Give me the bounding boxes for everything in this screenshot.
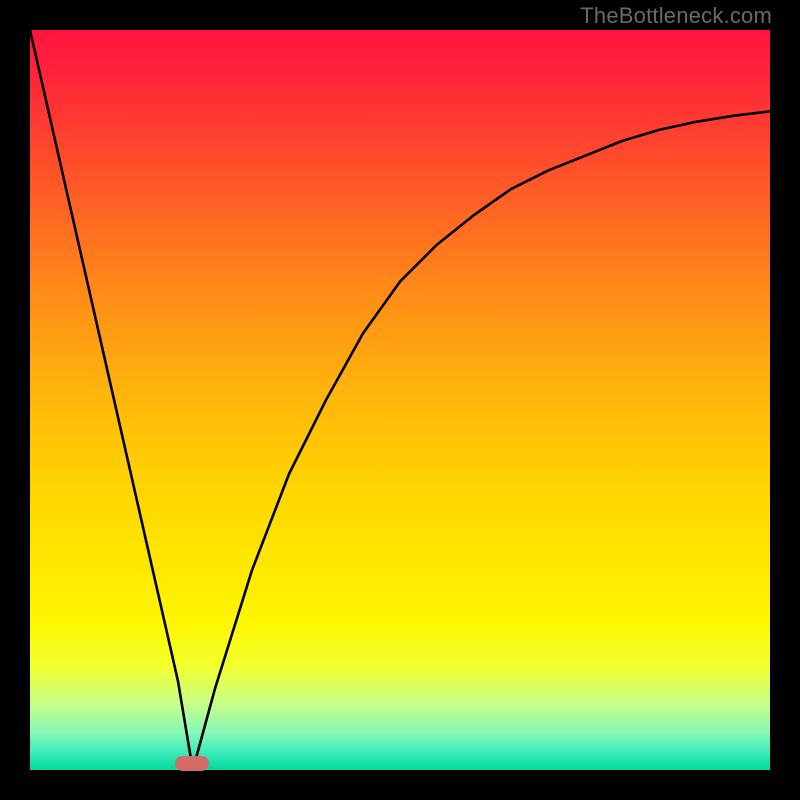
- watermark-text: TheBottleneck.com: [580, 3, 772, 29]
- bottleneck-curve: [30, 30, 770, 770]
- highlight-marker: [175, 756, 209, 771]
- curve-svg: [30, 30, 770, 770]
- plot-area: [30, 30, 770, 770]
- chart-frame: TheBottleneck.com: [0, 0, 800, 800]
